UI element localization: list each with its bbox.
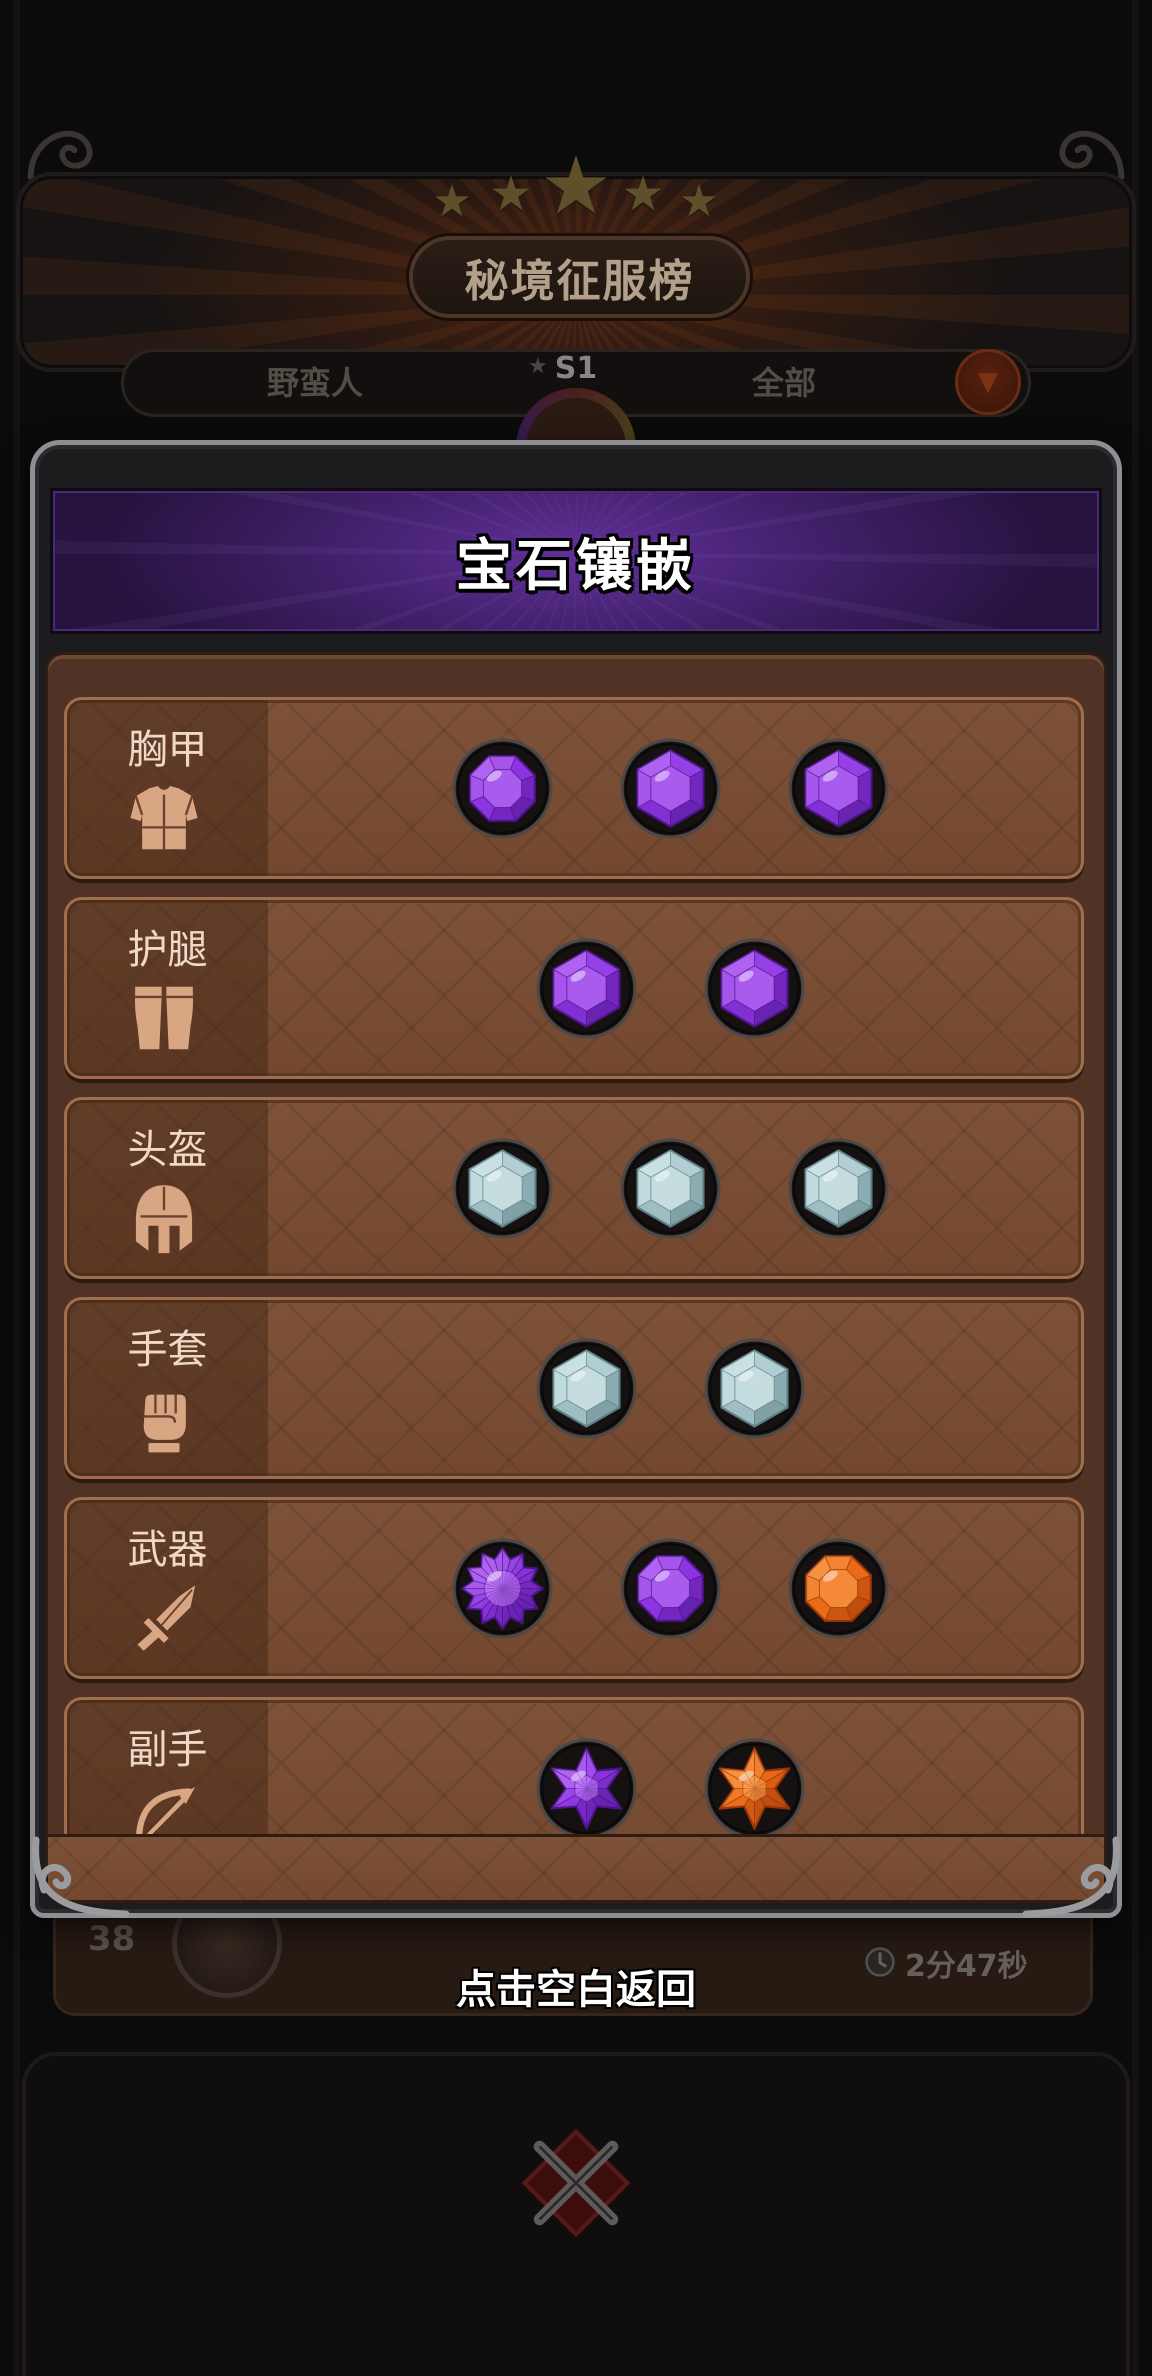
purple-hexagon-gem-icon [536, 938, 636, 1039]
gem-slots [268, 1737, 1072, 1834]
ornament-corner-icon [1022, 1836, 1120, 1918]
gem-slot[interactable] [787, 737, 890, 840]
gem-slots [268, 1137, 1072, 1240]
sword-icon [137, 1585, 196, 1651]
gem-slot[interactable] [535, 937, 638, 1040]
gem-row-weapon: 武器 [64, 1497, 1084, 1679]
gem-slot[interactable] [619, 737, 722, 840]
gem-slot[interactable] [787, 1137, 890, 1240]
purple-hexagon-gem-icon [788, 738, 888, 839]
gem-list-panel: 胸甲 护腿 头盔 手套 武器 副手 [45, 652, 1107, 1903]
orange-octagon-gem-icon [788, 1538, 888, 1639]
gem-slot[interactable] [451, 737, 554, 840]
silver-hexagon-gem-icon [704, 1338, 804, 1439]
gauntlet-icon [143, 1394, 186, 1453]
gem-row-gauntlets: 手套 [64, 1297, 1084, 1479]
purple-octagon-gem-icon [620, 1538, 720, 1639]
gem-row-leg-armor: 护腿 [64, 897, 1084, 1079]
orange-star-gem-icon [704, 1738, 804, 1834]
gem-slot[interactable] [703, 1337, 806, 1440]
purple-hexagon-gem-icon [704, 938, 804, 1039]
gem-slots [268, 937, 1072, 1040]
purple-starburst-gem-icon [452, 1538, 552, 1639]
bow-icon [136, 1786, 196, 1834]
gem-inlay-dialog: 宝石镶嵌 胸甲 护腿 头盔 手套 武器 副手 [30, 440, 1122, 1918]
silver-hexagon-gem-icon [452, 1138, 552, 1239]
purple-hexagon-gem-icon [620, 738, 720, 839]
tap-to-dismiss-hint: 点击空白返回 [456, 1967, 696, 2013]
leg-armor-icon [134, 986, 194, 1050]
gem-list-footer-strip [48, 1834, 1104, 1900]
dialog-title: 宝石镶嵌 [456, 533, 696, 599]
helmet-icon [135, 1185, 193, 1254]
purple-octagon-gem-icon [452, 738, 552, 839]
gem-slots [268, 1537, 1072, 1640]
silver-hexagon-gem-icon [536, 1338, 636, 1439]
chest-armor-icon [130, 786, 198, 850]
ornament-corner-icon [32, 1836, 130, 1918]
gem-slot[interactable] [451, 1137, 554, 1240]
row-label: 胸甲 [127, 727, 208, 773]
gem-row-helmet: 头盔 [64, 1097, 1084, 1279]
gem-slot[interactable] [535, 1737, 638, 1834]
gem-slots [268, 1337, 1072, 1440]
dialog-title-banner: 宝石镶嵌 [50, 488, 1102, 634]
gem-slots [268, 737, 1072, 840]
gem-slot[interactable] [703, 937, 806, 1040]
silver-hexagon-gem-icon [620, 1138, 720, 1239]
row-label: 副手 [127, 1727, 208, 1773]
gem-slot[interactable] [787, 1537, 890, 1640]
row-label: 头盔 [127, 1127, 208, 1173]
gem-slot[interactable] [451, 1537, 554, 1640]
gem-row-offhand: 副手 [64, 1697, 1084, 1834]
purple-star-gem-icon [536, 1738, 636, 1834]
row-label: 武器 [127, 1527, 208, 1573]
silver-hexagon-gem-icon [788, 1138, 888, 1239]
gem-row-chest-armor: 胸甲 [64, 697, 1084, 879]
row-label: 护腿 [127, 927, 208, 973]
row-label: 手套 [127, 1327, 208, 1373]
gem-slot[interactable] [703, 1737, 806, 1834]
gem-slot[interactable] [619, 1537, 722, 1640]
gem-slot[interactable] [619, 1137, 722, 1240]
gem-list-scroll-area[interactable]: 胸甲 护腿 头盔 手套 武器 副手 [48, 665, 1104, 1834]
gem-slot[interactable] [535, 1337, 638, 1440]
